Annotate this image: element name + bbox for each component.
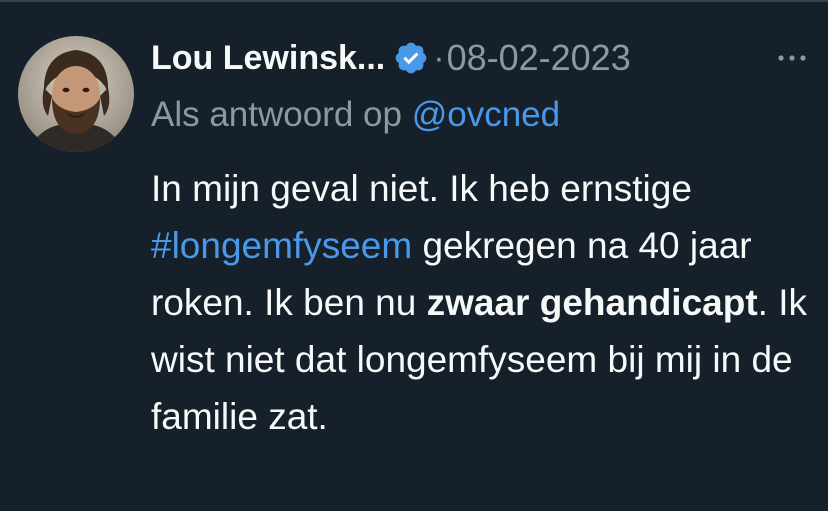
author-name[interactable]: Lou Lewinsk...: [151, 39, 385, 78]
reply-prefix: Als antwoord op: [151, 95, 412, 134]
tweet[interactable]: Lou Lewinsk... · 08-02-2023 Als antwoord…: [0, 0, 828, 511]
avatar[interactable]: [18, 36, 134, 152]
tweet-header: Lou Lewinsk... · 08-02-2023: [151, 30, 631, 86]
more-options-button[interactable]: [770, 40, 814, 76]
ellipsis-icon: [778, 55, 806, 61]
reply-context: Als antwoord op @ovcned: [151, 95, 560, 135]
reply-handle-link[interactable]: @ovcned: [412, 95, 560, 134]
hashtag-link[interactable]: #longemfyseem: [151, 225, 412, 266]
verified-badge-icon: [393, 40, 429, 76]
tweet-text-bold: zwaar gehandicapt: [426, 282, 758, 323]
tweet-text-part1: In mijn geval niet. Ik heb ernstige: [151, 168, 692, 209]
separator-dot: ·: [433, 38, 445, 77]
tweet-body: In mijn geval niet. Ik heb ernstige #lon…: [151, 160, 811, 445]
tweet-date[interactable]: 08-02-2023: [447, 37, 631, 79]
avatar-photo: [18, 36, 134, 152]
